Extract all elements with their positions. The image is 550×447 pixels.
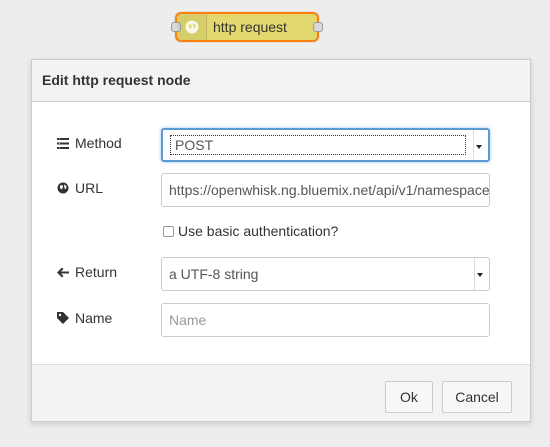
- basic-auth-label: Use basic authentication?: [178, 223, 339, 239]
- node-label: http request: [213, 19, 287, 35]
- list-icon: [57, 137, 69, 149]
- dialog-footer: Ok Cancel: [32, 364, 530, 421]
- return-label-text: Return: [75, 264, 118, 280]
- name-label-text: Name: [75, 310, 113, 326]
- arrow-left-icon: [57, 267, 69, 278]
- basic-auth-checkbox[interactable]: [163, 225, 174, 237]
- method-select[interactable]: POST: [161, 128, 490, 162]
- globe-icon: [57, 182, 69, 194]
- ok-button[interactable]: Ok: [385, 381, 433, 413]
- name-label: Name: [57, 310, 112, 326]
- select-divider: [473, 130, 474, 160]
- url-label-text: URL: [75, 180, 104, 196]
- cancel-button[interactable]: Cancel: [442, 381, 512, 413]
- method-label-text: Method: [75, 135, 122, 151]
- select-divider: [474, 258, 475, 290]
- return-label: Return: [57, 264, 117, 280]
- url-input[interactable]: https://openwhisk.ng.bluemix.net/api/v1/…: [161, 173, 490, 207]
- return-select-value: a UTF-8 string: [169, 266, 259, 282]
- return-select[interactable]: a UTF-8 string: [161, 257, 490, 291]
- basic-auth-option[interactable]: Use basic authentication?: [163, 223, 338, 239]
- http-request-node[interactable]: http request: [171, 12, 323, 42]
- name-input[interactable]: Name: [161, 303, 490, 337]
- method-select-value: POST: [170, 135, 466, 155]
- method-label: Method: [57, 135, 122, 151]
- edit-node-dialog: Edit http request node Method POST URL h…: [31, 59, 531, 422]
- node-output-port[interactable]: [313, 22, 323, 32]
- url-label: URL: [57, 180, 103, 196]
- dialog-title: Edit http request node: [32, 60, 530, 102]
- tag-icon: [57, 312, 69, 324]
- globe-icon: [177, 14, 207, 40]
